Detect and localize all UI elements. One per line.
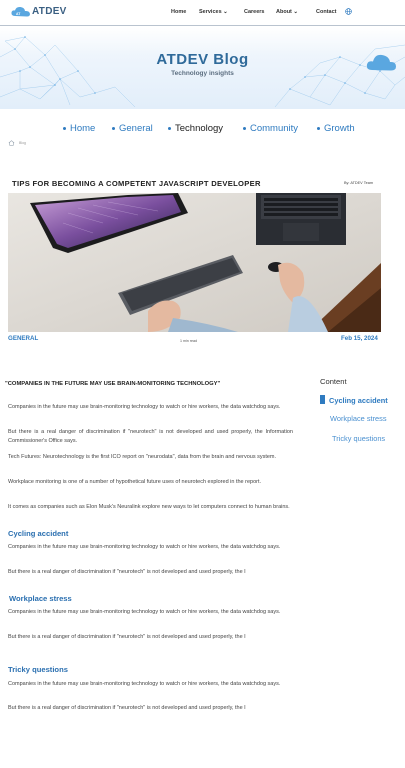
article-quote: "COMPANIES IN THE FUTURE MAY USE BRAIN-M… — [5, 381, 221, 387]
page-subtitle: Technology insights — [171, 70, 234, 77]
tab-label: Home — [70, 123, 96, 134]
breadcrumb: Blog — [8, 140, 26, 146]
tab-growth[interactable]: Growth — [317, 123, 355, 134]
paragraph: But there is a real danger of discrimina… — [8, 569, 246, 575]
article-title: TIPS FOR BECOMING A COMPETENT JAVASCRIPT… — [12, 179, 261, 188]
toc-item-workplace[interactable]: Workplace stress — [330, 414, 387, 423]
tab-community[interactable]: Community — [243, 123, 298, 134]
section-heading-cycling: Cycling accident — [8, 529, 69, 538]
paragraph: Workplace monitoring is one of a number … — [8, 479, 262, 485]
toc-active-indicator — [320, 395, 325, 404]
paragraph: But there is a real danger of discrimina… — [8, 634, 246, 640]
nav-home-link[interactable]: Home — [171, 9, 186, 15]
nav-careers-link[interactable]: Careers — [244, 9, 265, 15]
category-tabs: Home General Technology Community Growth — [0, 123, 405, 135]
paragraph: But there is a real danger of discrimina… — [8, 705, 246, 711]
bullet-icon — [317, 126, 320, 130]
desk-photo-illustration — [8, 193, 381, 332]
cloud-logo-icon: AT — [11, 6, 30, 17]
nav-services-menu[interactable]: Services ⌄ — [199, 9, 228, 15]
read-time: 1 min read — [180, 339, 197, 343]
nav-about-menu[interactable]: About ⌄ — [276, 9, 298, 15]
paragraph: But there is a real danger of discrimina… — [8, 429, 293, 444]
paragraph: Tech Futures: Neurotechnology is the fir… — [8, 454, 277, 460]
network-mesh-graphic — [0, 36, 405, 108]
breadcrumb-item[interactable]: Blog — [19, 141, 26, 145]
article-date: Feb 15, 2024 — [341, 335, 378, 342]
paragraph: It comes as companies such as Elon Musk'… — [8, 504, 290, 510]
bullet-icon — [63, 126, 66, 130]
section-heading-workplace: Workplace stress — [9, 594, 72, 603]
paragraph: Companies in the future may use brain-mo… — [8, 609, 281, 615]
nav-contact-link[interactable]: Contact — [316, 9, 336, 15]
tab-label: Community — [250, 123, 299, 134]
tab-label: Growth — [324, 123, 355, 134]
section-heading-tricky: Tricky questions — [8, 665, 68, 674]
tab-general[interactable]: General — [112, 123, 153, 134]
top-navbar: AT ATDEV Home Services ⌄ Careers About ⌄… — [0, 0, 405, 26]
toc-item-cycling[interactable]: Cycling accident — [329, 396, 388, 405]
logo-text: ATDEV — [32, 6, 67, 17]
paragraph: Companies in the future may use brain-mo… — [8, 681, 281, 687]
tab-label: Technology — [175, 123, 224, 134]
globe-icon[interactable] — [345, 8, 352, 15]
bullet-icon — [168, 126, 171, 130]
bullet-icon — [243, 126, 246, 130]
article-author: By: ATDEV Team — [344, 181, 373, 185]
tab-technology[interactable]: Technology — [168, 123, 223, 134]
toc-item-tricky[interactable]: Tricky questions — [332, 434, 385, 443]
article-category[interactable]: GENERAL — [8, 335, 38, 342]
tab-label: General — [119, 123, 153, 134]
hero-banner: ATDEV Blog Technology insights — [0, 27, 405, 109]
toc-title: Content — [320, 377, 347, 386]
article-hero-image — [8, 193, 381, 332]
brand-logo[interactable]: AT ATDEV — [11, 6, 67, 17]
bullet-icon — [112, 126, 115, 130]
home-icon[interactable] — [8, 140, 15, 146]
paragraph: Companies in the future may use brain-mo… — [8, 544, 281, 550]
page-title: ATDEV Blog — [156, 51, 249, 68]
paragraph: Companies in the future may use brain-mo… — [8, 404, 281, 410]
tab-home[interactable]: Home — [63, 123, 95, 134]
